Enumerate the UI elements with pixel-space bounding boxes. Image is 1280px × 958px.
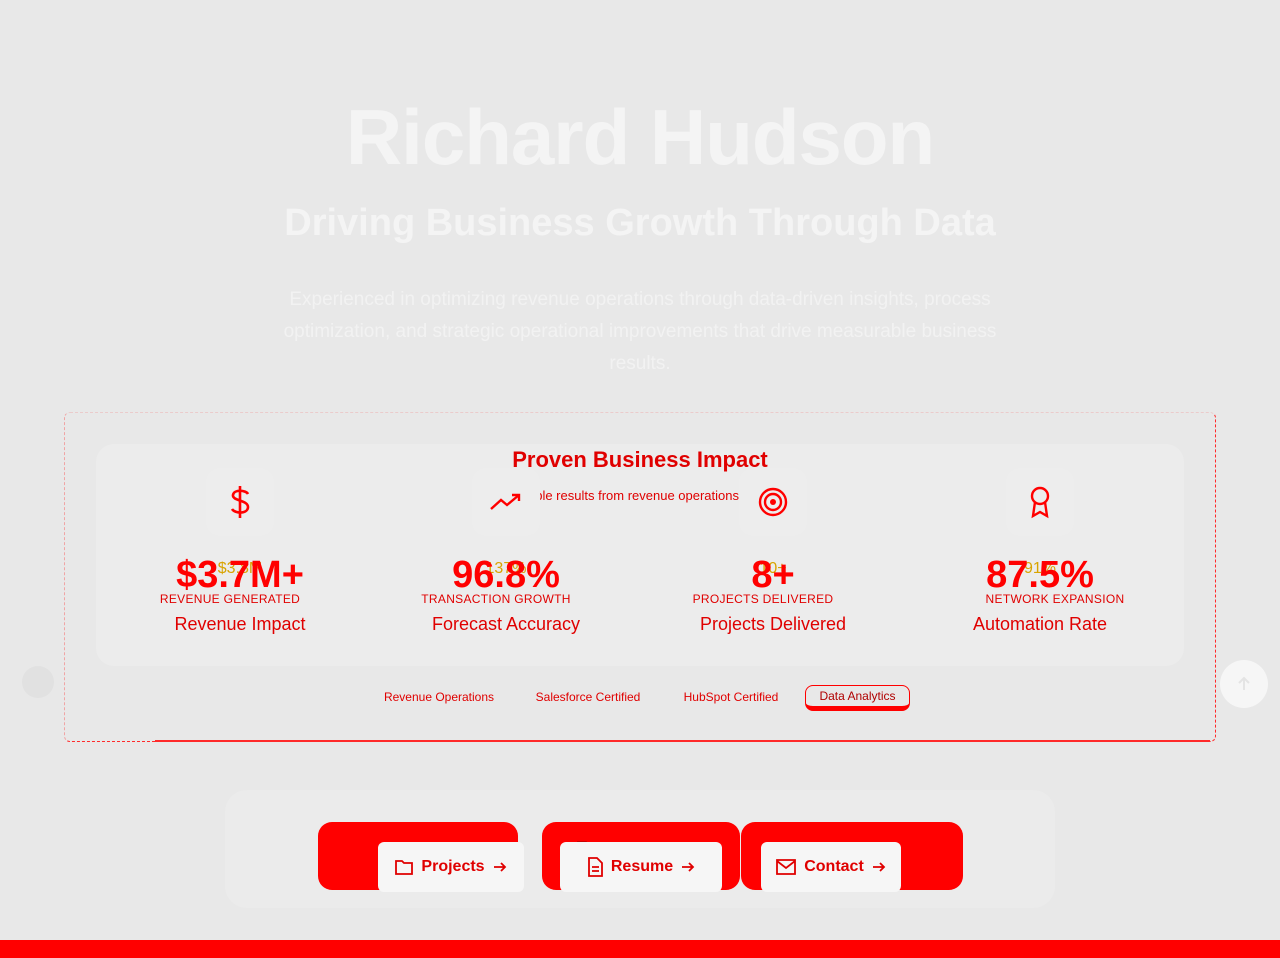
stat-value: 8+ <box>751 554 795 596</box>
stat-label: Revenue Impact <box>174 614 306 634</box>
stat-card-revenue: $3.8M $3.7M+ REVENUE GENERATED Revenue I… <box>130 466 350 646</box>
hero-description: Experienced in optimizing revenue operat… <box>283 289 997 374</box>
stat-label: Projects Delivered <box>699 614 847 634</box>
award-icon <box>1006 468 1074 536</box>
mail-icon <box>776 859 797 875</box>
projects-button-inner: Projects <box>378 842 524 892</box>
contact-button[interactable]: Contact Contact <box>741 822 963 892</box>
cta-label: Resume <box>610 858 674 875</box>
hero-name: Richard Hudson <box>345 93 935 181</box>
stat-card-automation: 91% 87.5% NETWORK EXPANSION Automation R… <box>930 466 1150 646</box>
stat-label: Forecast Accuracy <box>431 614 581 634</box>
arrow-right-icon <box>493 862 506 872</box>
document-icon <box>587 857 603 877</box>
tag-salesforce-certified[interactable]: Salesforce Certified <box>526 685 650 709</box>
resume-button[interactable]: Resume Resume <box>542 822 740 892</box>
folder-icon <box>395 860 414 875</box>
stat-value: $3.7M+ <box>176 554 304 596</box>
skill-tags: Revenue Operations Salesforce Certified … <box>0 685 1280 711</box>
arrow-up-icon <box>1238 676 1250 690</box>
carousel-prev-button[interactable] <box>22 666 54 698</box>
stat-label: Automation Rate <box>972 614 1108 634</box>
resume-button-inner: Resume <box>560 842 722 892</box>
tag-revenue-operations[interactable]: Revenue Operations <box>376 685 502 709</box>
tag-hubspot-certified[interactable]: HubSpot Certified <box>674 685 788 709</box>
stat-card-projects: 10+ 8+ PROJECTS DELIVERED Projects Deliv… <box>663 466 883 646</box>
arrow-right-icon <box>682 862 695 872</box>
projects-button[interactable]: Projects Projects <box>318 822 524 892</box>
arrow-right-icon <box>872 862 886 872</box>
trending-up-icon <box>472 468 540 536</box>
stat-caption: NETWORK EXPANSION <box>985 592 1125 606</box>
portfolio-page: Richard Hudson Driving Business Growth T… <box>0 0 1280 958</box>
dollar-icon <box>206 468 274 536</box>
cta-label: Projects <box>421 858 485 875</box>
stat-value: 96.8% <box>452 554 560 596</box>
contact-button-inner: Contact <box>761 842 901 892</box>
stat-caption: REVENUE GENERATED <box>159 592 301 606</box>
stat-caption: TRANSACTION GROWTH <box>421 592 571 606</box>
stat-value: 87.5% <box>986 554 1094 596</box>
hero-tagline: Driving Business Growth Through Data <box>284 202 996 244</box>
target-icon <box>739 468 807 536</box>
cta-label: Contact <box>804 858 864 875</box>
stat-card-forecast: 137% 96.8% TRANSACTION GROWTH Forecast A… <box>396 466 616 646</box>
impact-section-divider <box>155 740 1210 742</box>
tag-data-analytics[interactable]: Data Analytics <box>805 685 910 711</box>
stat-caption: PROJECTS DELIVERED <box>692 592 834 606</box>
footer-bar <box>0 940 1280 958</box>
scroll-top-button[interactable] <box>1220 660 1268 708</box>
